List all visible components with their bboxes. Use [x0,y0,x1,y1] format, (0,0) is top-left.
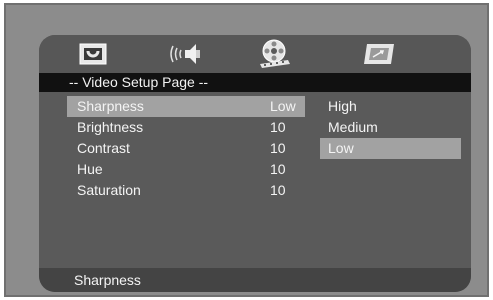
status-bar: Sharpness [39,268,471,292]
tv-frame: -- Video Setup Page -- Sharpness Low Bri… [4,3,489,297]
menu-item-value: 10 [270,140,286,156]
picture-icon[interactable] [71,39,115,69]
page-title: -- Video Setup Page -- [39,73,471,92]
speaker-icon[interactable] [163,39,207,69]
menu-panel: Sharpness Low Brightness 10 Contrast 10 … [39,92,471,268]
menu-item-value: 10 [270,119,286,135]
menu-item-label: Saturation [77,182,141,198]
menu-item-label: Contrast [77,140,130,156]
menu-item-sharpness[interactable]: Sharpness Low [67,96,305,117]
menu-item-value: 10 [270,182,286,198]
menu-item-contrast[interactable]: Contrast 10 [67,138,305,159]
menu-item-value: Low [270,98,296,114]
menu-item-label: Brightness [77,119,144,135]
tab-bar [39,35,471,73]
menu-item-value: 10 [270,161,286,177]
option-low[interactable]: Low [320,138,461,159]
menu-item-hue[interactable]: Hue 10 [67,159,305,180]
menu-item-brightness[interactable]: Brightness 10 [67,117,305,138]
preferences-icon[interactable] [357,39,401,69]
menu-item-label: Sharpness [77,98,144,114]
osd-screen: -- Video Setup Page -- Sharpness Low Bri… [39,35,471,292]
video-reel-icon[interactable] [252,39,296,69]
option-high[interactable]: High [320,96,461,117]
menu-item-label: Hue [77,161,103,177]
option-medium[interactable]: Medium [320,117,461,138]
menu-item-saturation[interactable]: Saturation 10 [67,180,305,201]
